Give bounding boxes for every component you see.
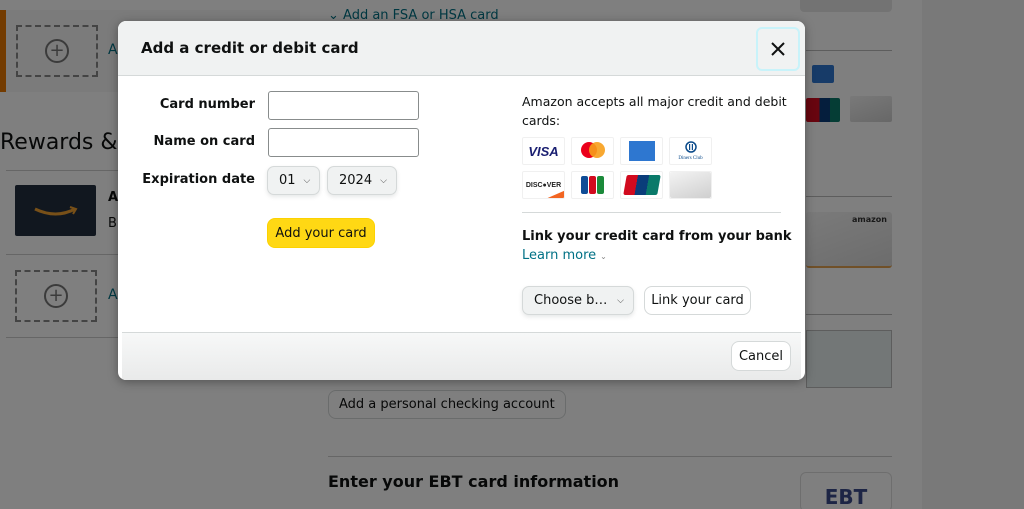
learn-more-text: Learn more	[522, 248, 597, 263]
close-button[interactable]	[756, 27, 800, 71]
amazon-card-icon	[670, 172, 711, 198]
link-your-card-button[interactable]: Link your card	[644, 286, 751, 315]
discover-logo: DISC●VER	[522, 171, 565, 199]
link-bank-heading: Link your credit card from your bank	[522, 229, 792, 244]
amazon-store-card-logo	[669, 171, 712, 199]
month-value: 01	[279, 173, 296, 188]
choose-bank-select[interactable]: Choose b… ⌵	[522, 286, 634, 315]
expiration-month-select[interactable]: 01 ⌵	[267, 166, 321, 195]
jcb-logo	[571, 171, 614, 199]
chevron-down-icon: ⌵	[380, 175, 387, 186]
name-on-card-input[interactable]	[268, 128, 419, 157]
visa-logo: VISA	[522, 137, 565, 165]
learn-more-link[interactable]: Learn more ⌄	[522, 248, 607, 263]
diners-club-logo: Diners Club	[669, 137, 712, 165]
amex-logo	[620, 137, 663, 165]
card-logos-grid: VISA Diners Club DISC●VER	[522, 137, 722, 199]
bank-select-value: Choose b…	[534, 293, 608, 308]
jcb-icon	[581, 176, 604, 194]
modal-footer: Cancel	[122, 332, 801, 380]
accepted-cards-text: Amazon accepts all major credit and debi…	[522, 94, 787, 128]
unionpay-logo	[620, 171, 663, 199]
add-card-modal: Add a credit or debit card Card number N…	[118, 21, 805, 380]
expiration-date-label: Expiration date	[142, 172, 255, 187]
chevron-down-icon: ⌵	[617, 295, 624, 306]
chevron-down-icon: ⌄	[600, 252, 607, 261]
card-number-label: Card number	[159, 97, 255, 112]
unionpay-icon	[622, 175, 661, 195]
discover-swoosh-icon	[547, 190, 564, 198]
cancel-button[interactable]: Cancel	[731, 341, 791, 371]
amex-icon	[628, 141, 655, 161]
chevron-down-icon: ⌵	[303, 175, 311, 186]
modal-title: Add a credit or debit card	[141, 39, 359, 57]
close-icon	[771, 42, 785, 56]
modal-header: Add a credit or debit card	[118, 21, 805, 76]
expiration-year-select[interactable]: 2024 ⌵	[327, 166, 397, 195]
diners-icon: Diners Club	[678, 140, 703, 162]
name-on-card-label: Name on card	[153, 134, 255, 149]
mastercard-logo	[571, 137, 614, 165]
divider	[522, 212, 781, 213]
add-your-card-button[interactable]: Add your card	[267, 218, 375, 248]
card-number-input[interactable]	[268, 91, 419, 120]
year-value: 2024	[339, 173, 373, 188]
mastercard-icon	[580, 142, 605, 158]
diners-text: Diners Club	[678, 155, 703, 161]
visa-text: VISA	[528, 143, 559, 159]
